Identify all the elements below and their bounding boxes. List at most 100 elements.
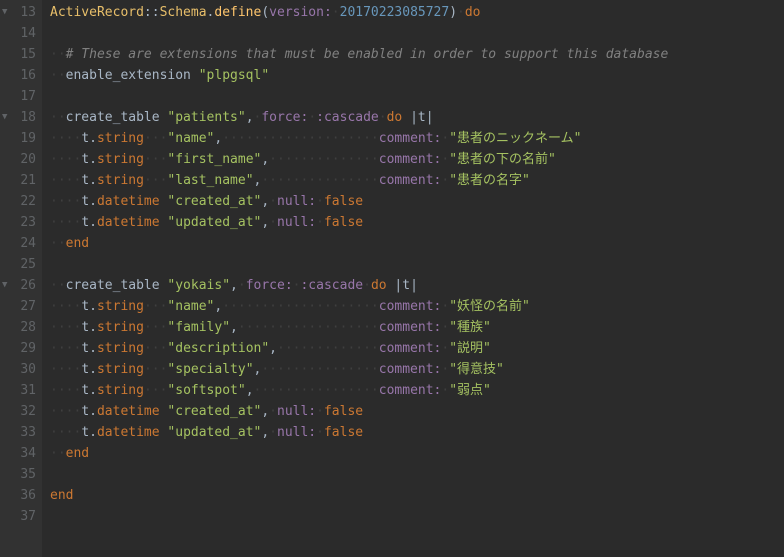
line-number[interactable]: 33 bbox=[0, 422, 36, 443]
token-sep: :: bbox=[144, 5, 160, 20]
line-number[interactable]: 24 bbox=[0, 233, 36, 254]
token-key: null: bbox=[277, 215, 316, 230]
line-number[interactable]: 30 bbox=[0, 359, 36, 380]
code-line: ····t.datetime "created_at",·null:·false bbox=[50, 191, 784, 212]
line-number[interactable]: 32 bbox=[0, 401, 36, 422]
code-line bbox=[50, 86, 784, 107]
line-number[interactable]: 25 bbox=[0, 254, 36, 275]
token-string: "softspot" bbox=[167, 383, 245, 398]
line-number[interactable]: 23 bbox=[0, 212, 36, 233]
code-line: ····t.string···"name",··················… bbox=[50, 128, 784, 149]
token-string: "plpgsql" bbox=[199, 68, 269, 83]
token-key: comment: bbox=[379, 299, 442, 314]
line-number[interactable]: 16 bbox=[0, 65, 36, 86]
token-string: "得意技" bbox=[449, 362, 504, 377]
token-string: "患者の下の名前" bbox=[449, 152, 556, 167]
code-line: ··create_table "yokais",·force:·:cascade… bbox=[50, 275, 784, 296]
code-editor[interactable]: ActiveRecord::Schema.define(version:·201… bbox=[42, 0, 784, 557]
line-number[interactable]: 29 bbox=[0, 338, 36, 359]
token-type: string bbox=[97, 131, 144, 146]
whitespace-dots: · bbox=[332, 5, 340, 20]
token-string: "updated_at" bbox=[167, 215, 261, 230]
token-string: "updated_at" bbox=[167, 425, 261, 440]
token-type: datetime bbox=[97, 425, 160, 440]
token-keyword: do bbox=[465, 5, 481, 20]
token-method: create_table bbox=[66, 110, 160, 125]
token-symbol: :cascade bbox=[300, 278, 363, 293]
token-type: datetime bbox=[97, 194, 160, 209]
line-number[interactable]: 19 bbox=[0, 128, 36, 149]
code-line bbox=[50, 23, 784, 44]
token-type: string bbox=[97, 299, 144, 314]
token-bool: false bbox=[324, 215, 363, 230]
token-string: "種族" bbox=[449, 320, 491, 335]
code-line: ··end bbox=[50, 443, 784, 464]
token-string: "患者のニックネーム" bbox=[449, 131, 581, 146]
code-line: ····t.string···"first_name",············… bbox=[50, 149, 784, 170]
token-method: define bbox=[214, 5, 261, 20]
line-number[interactable]: 14 bbox=[0, 23, 36, 44]
token-key: null: bbox=[277, 194, 316, 209]
line-number[interactable]: 13▼ bbox=[0, 2, 36, 23]
line-number[interactable]: 21 bbox=[0, 170, 36, 191]
token-string: "specialty" bbox=[167, 362, 253, 377]
token-keyword: end bbox=[66, 236, 89, 251]
code-line: ····t.string···"specialty",·············… bbox=[50, 359, 784, 380]
code-line: ····t.datetime "updated_at",·null:·false bbox=[50, 422, 784, 443]
code-line: ··end bbox=[50, 233, 784, 254]
token-string: "last_name" bbox=[167, 173, 253, 188]
line-number[interactable]: 27 bbox=[0, 296, 36, 317]
line-number[interactable]: 26▼ bbox=[0, 275, 36, 296]
token-type: datetime bbox=[97, 215, 160, 230]
line-number-gutter: 13▼1415161718▼1920212223242526▼272829303… bbox=[0, 0, 42, 557]
line-number[interactable]: 20 bbox=[0, 149, 36, 170]
token-key: comment: bbox=[379, 383, 442, 398]
token-type: datetime bbox=[97, 404, 160, 419]
code-line: ····t.string···"softspot",··············… bbox=[50, 380, 784, 401]
code-line: ····t.datetime "created_at",·null:·false bbox=[50, 401, 784, 422]
token-key: comment: bbox=[379, 341, 442, 356]
fold-icon[interactable]: ▼ bbox=[2, 107, 7, 128]
token-const: ActiveRecord bbox=[50, 5, 144, 20]
line-number[interactable]: 37 bbox=[0, 506, 36, 527]
token-string: "first_name" bbox=[167, 152, 261, 167]
token-string: "family" bbox=[167, 320, 230, 335]
code-line: ··create_table "patients",·force:·:casca… bbox=[50, 107, 784, 128]
line-number[interactable]: 18▼ bbox=[0, 107, 36, 128]
line-number[interactable]: 15 bbox=[0, 44, 36, 65]
fold-icon[interactable]: ▼ bbox=[2, 2, 7, 23]
token-string: "created_at" bbox=[167, 194, 261, 209]
line-number[interactable]: 36 bbox=[0, 485, 36, 506]
token-string: "妖怪の名前" bbox=[449, 299, 530, 314]
line-number[interactable]: 35 bbox=[0, 464, 36, 485]
token-key: comment: bbox=[379, 152, 442, 167]
token-string: "弱点" bbox=[449, 383, 491, 398]
code-line: ····t.string···"family",················… bbox=[50, 317, 784, 338]
line-number[interactable]: 17 bbox=[0, 86, 36, 107]
token-type: string bbox=[97, 362, 144, 377]
token-string: "説明" bbox=[449, 341, 491, 356]
token-string: "name" bbox=[167, 299, 214, 314]
line-number[interactable]: 28 bbox=[0, 317, 36, 338]
token-string: "name" bbox=[167, 131, 214, 146]
token-string: "created_at" bbox=[167, 404, 261, 419]
token-bool: false bbox=[324, 194, 363, 209]
line-number[interactable]: 22 bbox=[0, 191, 36, 212]
fold-icon[interactable]: ▼ bbox=[2, 275, 7, 296]
token-type: string bbox=[97, 383, 144, 398]
token-keyword: do bbox=[371, 278, 387, 293]
token-string: "patients" bbox=[167, 110, 245, 125]
token-key: force: bbox=[261, 110, 308, 125]
token-string: "yokais" bbox=[167, 278, 230, 293]
token-key: null: bbox=[277, 425, 316, 440]
token-schema: Schema bbox=[160, 5, 207, 20]
token-param: t bbox=[402, 278, 410, 293]
code-line bbox=[50, 464, 784, 485]
token-key: version: bbox=[269, 5, 332, 20]
token-bool: false bbox=[324, 425, 363, 440]
token-keyword: end bbox=[66, 446, 89, 461]
code-line: ··enable_extension "plpgsql" bbox=[50, 65, 784, 86]
line-number[interactable]: 34 bbox=[0, 443, 36, 464]
line-number[interactable]: 31 bbox=[0, 380, 36, 401]
token-string: "description" bbox=[167, 341, 269, 356]
